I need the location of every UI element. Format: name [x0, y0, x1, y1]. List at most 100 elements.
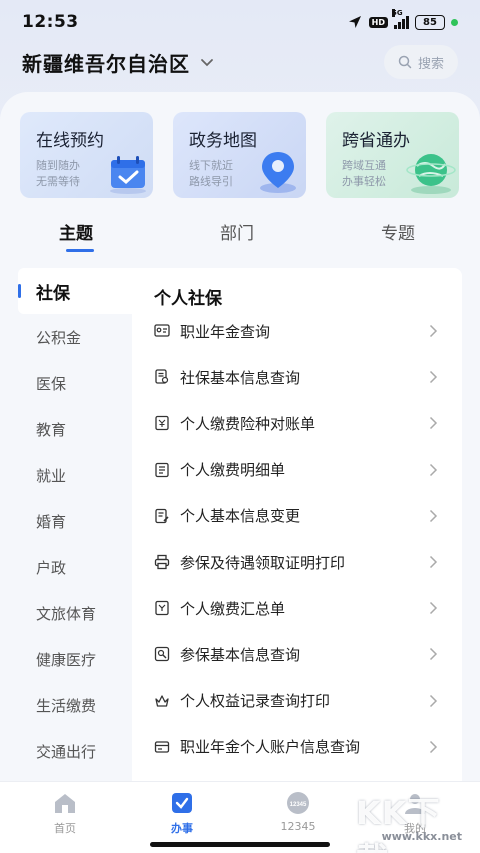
sidebar-item-marriage[interactable]: 婚育: [18, 498, 132, 544]
list-item[interactable]: 个人缴费明细单: [132, 447, 462, 493]
tab-indicator: [66, 249, 94, 252]
card-subtitle: 跨域互通 办事轻松: [342, 159, 386, 188]
sidebar-item-label: 文旅体育: [36, 604, 97, 623]
list-item[interactable]: 职业年金查询: [132, 308, 462, 354]
profile-icon: [405, 794, 425, 814]
sidebar: 社保 公积金 医保 教育 就业 婚育 户政 文旅体育 健康医疗 生活缴费 交通出…: [18, 268, 132, 774]
list-item-label: 个人缴费险种对账单: [180, 414, 316, 433]
account-card-icon: [154, 741, 170, 753]
home-icon: [55, 794, 75, 813]
sidebar-item-label: 就业: [36, 466, 67, 485]
sidebar-item-social-security[interactable]: 社保: [18, 268, 132, 314]
chevron-right-icon: [429, 509, 438, 522]
list-item-label: 职业年金查询: [180, 322, 271, 341]
location-arrow-icon: [348, 16, 361, 28]
nav-home[interactable]: 首页: [30, 790, 100, 836]
list-item[interactable]: 个人缴费险种对账单: [132, 400, 462, 446]
sidebar-item-employment[interactable]: 就业: [18, 452, 132, 498]
sidebar-item-label: 公积金: [36, 328, 82, 347]
region-selector[interactable]: 新疆维吾尔自治区: [22, 48, 190, 77]
tab-special[interactable]: 专题: [381, 219, 415, 244]
chevron-down-icon[interactable]: [198, 53, 216, 71]
chevron-right-icon: [429, 417, 438, 430]
privacy-indicator-icon: [451, 18, 458, 26]
sidebar-item-label: 医保: [36, 374, 67, 393]
sidebar-item-label: 教育: [36, 420, 67, 439]
sidebar-item-health[interactable]: 健康医疗: [18, 636, 132, 682]
signal-icon: 5G: [392, 9, 409, 29]
card-title: 跨省通办: [342, 131, 410, 151]
hd-badge: HD: [368, 16, 388, 28]
category-tabs: 主题 部门 专题: [0, 215, 480, 255]
sidebar-item-culture-sports[interactable]: 文旅体育: [18, 590, 132, 636]
network-type: 5G: [392, 9, 403, 17]
document-search-icon: [155, 369, 169, 384]
card-title: 在线预约: [36, 131, 104, 151]
sidebar-item-education[interactable]: 教育: [18, 406, 132, 452]
card-subtitle: 线下就近 路线导引: [189, 159, 233, 188]
list-item-label: 职业年金个人账户信息查询: [180, 738, 361, 757]
sidebar-item-label: 健康医疗: [36, 650, 97, 669]
list-item[interactable]: 个人缴费汇总单: [132, 585, 462, 631]
chevron-right-icon: [429, 371, 438, 384]
search-input[interactable]: 搜索: [384, 45, 458, 79]
chevron-right-icon: [429, 740, 438, 753]
list-item[interactable]: 社保基本信息查询: [132, 354, 462, 400]
list-item-label: 参保基本信息查询: [180, 645, 301, 664]
list-item[interactable]: 职业年金个人账户信息查询: [132, 724, 462, 770]
nav-label: 12345: [280, 820, 316, 833]
status-icons: HD 5G 85: [347, 9, 458, 30]
sidebar-item-transport[interactable]: 交通出行: [18, 728, 132, 774]
tab-department[interactable]: 部门: [220, 219, 254, 244]
card-online-booking[interactable]: 在线预约 随到随办 无需等待: [20, 112, 153, 198]
card-subtitle: 随到随办 无需等待: [36, 159, 80, 188]
nav-label: 办事: [171, 822, 193, 835]
list-item-label: 参保及待遇领取证明打印: [180, 553, 346, 572]
home-indicator: [150, 842, 330, 847]
app-header: 新疆维吾尔自治区 搜索: [0, 38, 480, 86]
list-item[interactable]: 个人基本信息变更: [132, 493, 462, 539]
list-detail-icon: [155, 462, 169, 477]
hotline-icon: 12345: [287, 792, 309, 814]
list-item[interactable]: 参保及待遇领取证明打印: [132, 539, 462, 585]
list-item[interactable]: 参保基本信息查询: [132, 631, 462, 677]
list-item[interactable]: 个人权益记录查询打印: [132, 678, 462, 724]
chevron-right-icon: [429, 463, 438, 476]
card-id-icon: [154, 324, 170, 337]
search-icon: [398, 55, 412, 69]
list-item-label: 个人基本信息变更: [180, 507, 301, 526]
crown-rights-icon: [155, 694, 169, 707]
sidebar-item-utilities[interactable]: 生活缴费: [18, 682, 132, 728]
sidebar-item-label: 社保: [36, 283, 70, 304]
sidebar-item-medical-insurance[interactable]: 医保: [18, 360, 132, 406]
chevron-right-icon: [429, 602, 438, 615]
sidebar-item-household[interactable]: 户政: [18, 544, 132, 590]
section-title: 个人社保: [154, 289, 222, 309]
statement-icon: [155, 416, 169, 431]
status-time: 12:53: [22, 12, 79, 32]
summary-icon: [155, 601, 169, 616]
printer-icon: [154, 554, 170, 570]
chevron-right-icon: [429, 324, 438, 338]
edit-document-icon: [155, 508, 169, 523]
sidebar-item-label: 户政: [36, 558, 67, 577]
tab-theme[interactable]: 主题: [59, 219, 93, 244]
insurance-card-icon: [154, 647, 170, 662]
list-item-label: 个人缴费明细单: [180, 461, 286, 480]
svg-text:12345: 12345: [290, 802, 307, 808]
nav-tasks[interactable]: 办事: [147, 790, 217, 836]
battery-level: 85: [423, 16, 437, 28]
battery-icon: 85: [415, 14, 445, 30]
card-cross-province[interactable]: 跨省通办 跨域互通 办事轻松: [326, 112, 459, 198]
list-item-label: 个人缴费汇总单: [180, 599, 286, 618]
nav-profile[interactable]: 我的: [380, 790, 450, 836]
list-item-label: 社保基本信息查询: [180, 368, 301, 387]
nav-hotline[interactable]: 12345 12345: [263, 790, 333, 833]
sidebar-item-label: 交通出行: [36, 742, 97, 761]
sidebar-item-label: 生活缴费: [36, 696, 97, 715]
chevron-right-icon: [429, 694, 438, 707]
search-placeholder: 搜索: [417, 56, 444, 72]
nav-label: 首页: [54, 822, 76, 835]
sidebar-item-housing-fund[interactable]: 公积金: [18, 314, 132, 360]
card-government-map[interactable]: 政务地图 线下就近 路线导引: [173, 112, 306, 198]
